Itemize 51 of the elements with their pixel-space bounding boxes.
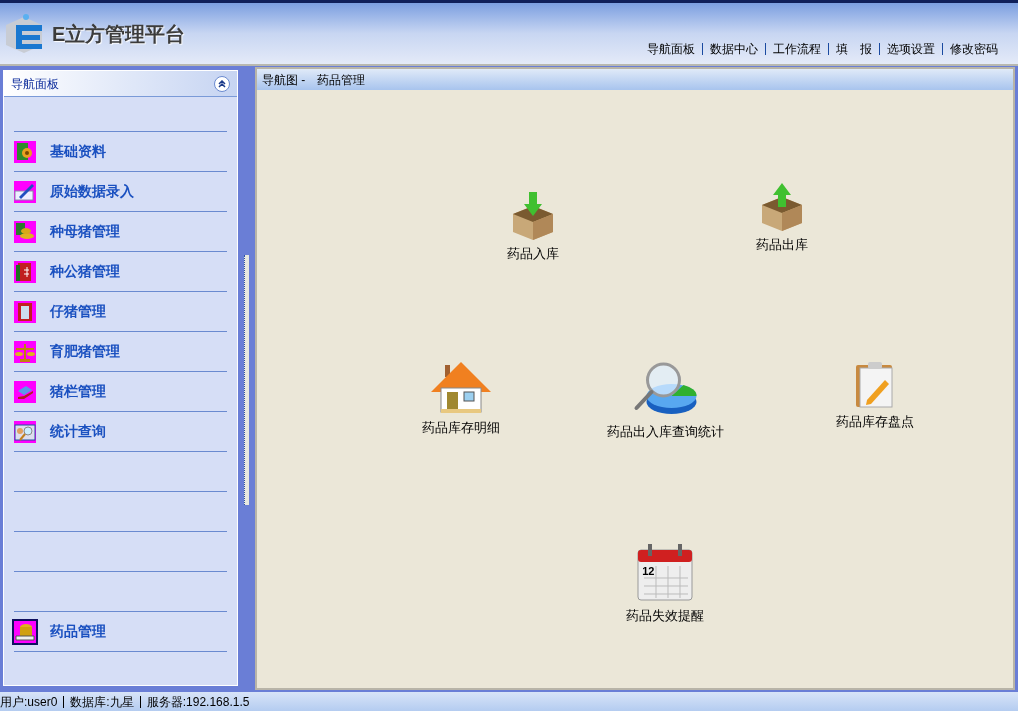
gear-icon xyxy=(14,140,36,163)
pen-icon xyxy=(14,180,36,203)
sidebar-item[interactable]: 育肥猪管理 xyxy=(4,332,237,371)
top-nav-link[interactable]: 修改密码 xyxy=(950,40,998,58)
top-nav-link[interactable]: 选项设置 xyxy=(887,40,935,58)
collapse-button[interactable] xyxy=(214,75,230,92)
status-text: 服务器:192.168.1.5 xyxy=(146,693,250,711)
breadcrumb-current: 药品管理 xyxy=(317,71,366,89)
sidebar-item[interactable]: 种公猪管理 xyxy=(4,252,237,291)
house-icon xyxy=(431,362,492,415)
nav-node[interactable]: 药品出入库查询统计 xyxy=(606,362,724,442)
coins-icon xyxy=(14,220,36,243)
sidebar-item[interactable]: 种母猪管理 xyxy=(4,212,237,251)
splitter-handle[interactable] xyxy=(244,255,249,505)
sidebar-item[interactable]: 药品管理 xyxy=(4,612,237,651)
status-text: 数据库:九星 xyxy=(70,693,134,711)
double-chevron-up-icon xyxy=(218,79,226,88)
calendar-icon xyxy=(636,544,695,603)
nav-node[interactable]: 12 药品失效提醒 xyxy=(626,544,705,626)
sidebar-item[interactable]: 原始数据录入 xyxy=(4,172,237,211)
nav-node[interactable]: 药品出库 xyxy=(755,182,808,255)
nav-node[interactable]: 药品库存盘点 xyxy=(836,362,915,432)
nav-node-label: 药品出库 xyxy=(755,235,808,254)
nav-node-label: 药品库存明细 xyxy=(422,419,501,438)
panel-title: 导航面板 xyxy=(11,75,59,93)
nav-node-label: 药品失效提醒 xyxy=(626,607,705,626)
money-icon xyxy=(14,260,36,283)
top-nav-link[interactable]: 工作流程 xyxy=(773,40,821,58)
nav-node[interactable]: 药品入库 xyxy=(506,191,559,264)
app-title: E立方管理平台 xyxy=(52,21,186,47)
sidebar-item[interactable]: 仔猪管理 xyxy=(4,292,237,331)
nav-node-label: 药品库存盘点 xyxy=(836,413,915,432)
scale-icon xyxy=(14,340,36,363)
top-nav-link[interactable]: 填 报 xyxy=(836,40,872,58)
nav-node[interactable]: 药品库存明细 xyxy=(422,362,501,438)
sidebar-item[interactable]: 猪栏管理 xyxy=(4,372,237,411)
box-arrow-icon xyxy=(760,182,803,231)
top-nav-link[interactable]: 数据中心 xyxy=(710,40,758,58)
clipboard-pencil-icon xyxy=(855,362,896,409)
nav-node-label: 药品入库 xyxy=(506,244,559,263)
nav-node-label: 药品出入库查询统计 xyxy=(606,423,724,442)
calendar-day: 12 xyxy=(642,563,655,580)
status-text: 用户:user0 xyxy=(0,693,58,711)
book-icon xyxy=(14,300,36,323)
sidebar-item[interactable]: 统计查询 xyxy=(4,412,237,451)
breadcrumb-label: 导航图 - xyxy=(262,71,306,89)
drum-icon xyxy=(14,620,36,643)
search-icon xyxy=(14,420,36,443)
top-nav-link[interactable]: 导航面板 xyxy=(647,40,695,58)
sidebar-item[interactable]: 基础资料 xyxy=(4,132,237,171)
box-arrow-icon xyxy=(511,191,554,240)
